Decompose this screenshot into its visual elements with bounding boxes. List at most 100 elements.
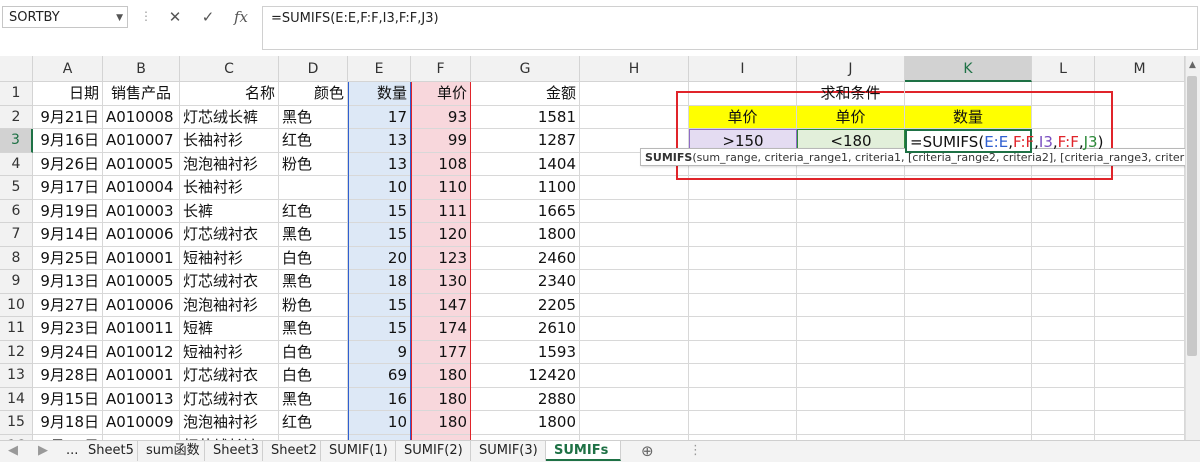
table-cell[interactable]: 长袖衬衫 (180, 129, 279, 153)
row-header-15[interactable]: 15 (0, 411, 33, 435)
table-cell[interactable]: A010007 (103, 129, 180, 153)
table-cell[interactable]: 红色 (279, 411, 348, 435)
table-cell[interactable]: 9月13日 (33, 270, 103, 294)
empty-cell[interactable] (580, 411, 689, 435)
table-cell[interactable]: 灯芯绒长裤 (180, 105, 279, 129)
empty-cell[interactable] (580, 199, 689, 223)
empty-cell[interactable] (905, 270, 1032, 294)
table-cell[interactable]: 2460 (471, 246, 580, 270)
table-cell[interactable]: 1581 (471, 105, 580, 129)
empty-cell[interactable] (905, 223, 1032, 247)
empty-cell[interactable] (580, 246, 689, 270)
empty-cell[interactable] (905, 387, 1032, 411)
empty-cell[interactable] (689, 246, 797, 270)
empty-cell[interactable] (1032, 364, 1095, 388)
row-header-7[interactable]: 7 (0, 223, 33, 247)
empty-cell[interactable] (580, 387, 689, 411)
header-cell-g[interactable]: 金额 (471, 82, 580, 106)
empty-cell[interactable] (580, 270, 689, 294)
empty-cell[interactable] (797, 411, 905, 435)
table-cell[interactable]: 黑色 (279, 387, 348, 411)
empty-cell[interactable] (1095, 364, 1185, 388)
table-cell[interactable]: 9月26日 (33, 152, 103, 176)
header-cell-a[interactable]: 日期 (33, 82, 103, 106)
row-header-9[interactable]: 9 (0, 270, 33, 294)
table-cell[interactable]: 短袖衬衫 (180, 246, 279, 270)
empty-cell[interactable] (1032, 199, 1095, 223)
empty-cell[interactable] (689, 270, 797, 294)
table-cell[interactable]: A010011 (103, 317, 180, 341)
scroll-up-icon[interactable]: ▲ (1185, 60, 1200, 74)
table-cell[interactable]: 短袖衬衫 (180, 340, 279, 364)
column-header-d[interactable]: D (279, 56, 348, 82)
column-header-c[interactable]: C (180, 56, 279, 82)
table-cell[interactable]: 短裤 (180, 317, 279, 341)
empty-cell[interactable] (580, 364, 689, 388)
formula-input[interactable]: =SUMIFS(E:E,F:F,I3,F:F,J3) (262, 6, 1198, 50)
empty-cell[interactable] (1032, 340, 1095, 364)
row-header-1[interactable]: 1 (0, 82, 33, 106)
empty-cell[interactable] (797, 317, 905, 341)
empty-cell[interactable] (1095, 317, 1185, 341)
empty-cell[interactable] (797, 340, 905, 364)
empty-cell[interactable] (797, 270, 905, 294)
tab-sheet3[interactable]: Sheet3 (205, 441, 263, 461)
tab-sheet2[interactable]: Sheet2 (263, 441, 321, 461)
table-cell[interactable]: A010012 (103, 340, 180, 364)
empty-cell[interactable] (1095, 246, 1185, 270)
column-header-h[interactable]: H (580, 56, 689, 82)
tab-scroll-left-icon[interactable]: ◀ (0, 441, 30, 461)
table-cell[interactable]: A010013 (103, 387, 180, 411)
cancel-icon[interactable]: ✕ (160, 6, 190, 28)
table-cell[interactable]: 泡泡袖衬衫 (180, 293, 279, 317)
table-cell[interactable]: 红色 (279, 129, 348, 153)
table-cell[interactable]: A010004 (103, 176, 180, 200)
table-cell[interactable]: 白色 (279, 364, 348, 388)
table-cell[interactable]: 9月19日 (33, 199, 103, 223)
empty-cell[interactable] (797, 199, 905, 223)
tab-options-icon[interactable]: ⋮ (681, 441, 702, 461)
header-cell-c[interactable]: 名称 (180, 82, 279, 106)
table-cell[interactable]: 1665 (471, 199, 580, 223)
empty-cell[interactable] (1095, 293, 1185, 317)
table-cell[interactable]: 2880 (471, 387, 580, 411)
table-cell[interactable]: A010001 (103, 246, 180, 270)
row-header-6[interactable]: 6 (0, 199, 33, 223)
empty-cell[interactable] (1032, 246, 1095, 270)
table-cell[interactable]: 1800 (471, 411, 580, 435)
table-cell[interactable]: 灯芯绒衬衣 (180, 223, 279, 247)
empty-cell[interactable] (1032, 293, 1095, 317)
empty-cell[interactable] (1095, 199, 1185, 223)
empty-cell[interactable] (1095, 223, 1185, 247)
empty-cell[interactable] (905, 411, 1032, 435)
empty-cell[interactable] (905, 364, 1032, 388)
select-all-corner[interactable] (0, 56, 33, 82)
column-header-i[interactable]: I (689, 56, 797, 82)
empty-cell[interactable] (689, 199, 797, 223)
table-cell[interactable]: 粉色 (279, 293, 348, 317)
table-cell[interactable]: 黑色 (279, 317, 348, 341)
empty-cell[interactable] (580, 340, 689, 364)
row-header-2[interactable]: 2 (0, 105, 33, 129)
table-cell[interactable]: 1287 (471, 129, 580, 153)
row-header-8[interactable]: 8 (0, 246, 33, 270)
table-cell[interactable]: 黑色 (279, 105, 348, 129)
header-cell-b[interactable]: 销售产品 (103, 82, 180, 106)
table-cell[interactable]: A010005 (103, 152, 180, 176)
column-header-k[interactable]: K (905, 56, 1032, 82)
table-cell[interactable]: 泡泡袖衬衫 (180, 411, 279, 435)
column-header-e[interactable]: E (348, 56, 411, 82)
table-cell[interactable]: 9月15日 (33, 387, 103, 411)
table-cell[interactable]: 9月18日 (33, 411, 103, 435)
table-cell[interactable]: A010008 (103, 105, 180, 129)
empty-cell[interactable] (797, 246, 905, 270)
scrollbar-thumb[interactable] (1187, 76, 1197, 356)
table-cell[interactable]: 白色 (279, 246, 348, 270)
table-cell[interactable]: 9月21日 (33, 105, 103, 129)
table-cell[interactable]: 9月28日 (33, 364, 103, 388)
column-header-f[interactable]: F (411, 56, 471, 82)
empty-cell[interactable] (580, 293, 689, 317)
column-header-j[interactable]: J (797, 56, 905, 82)
empty-cell[interactable] (580, 176, 689, 200)
empty-cell[interactable] (1095, 387, 1185, 411)
